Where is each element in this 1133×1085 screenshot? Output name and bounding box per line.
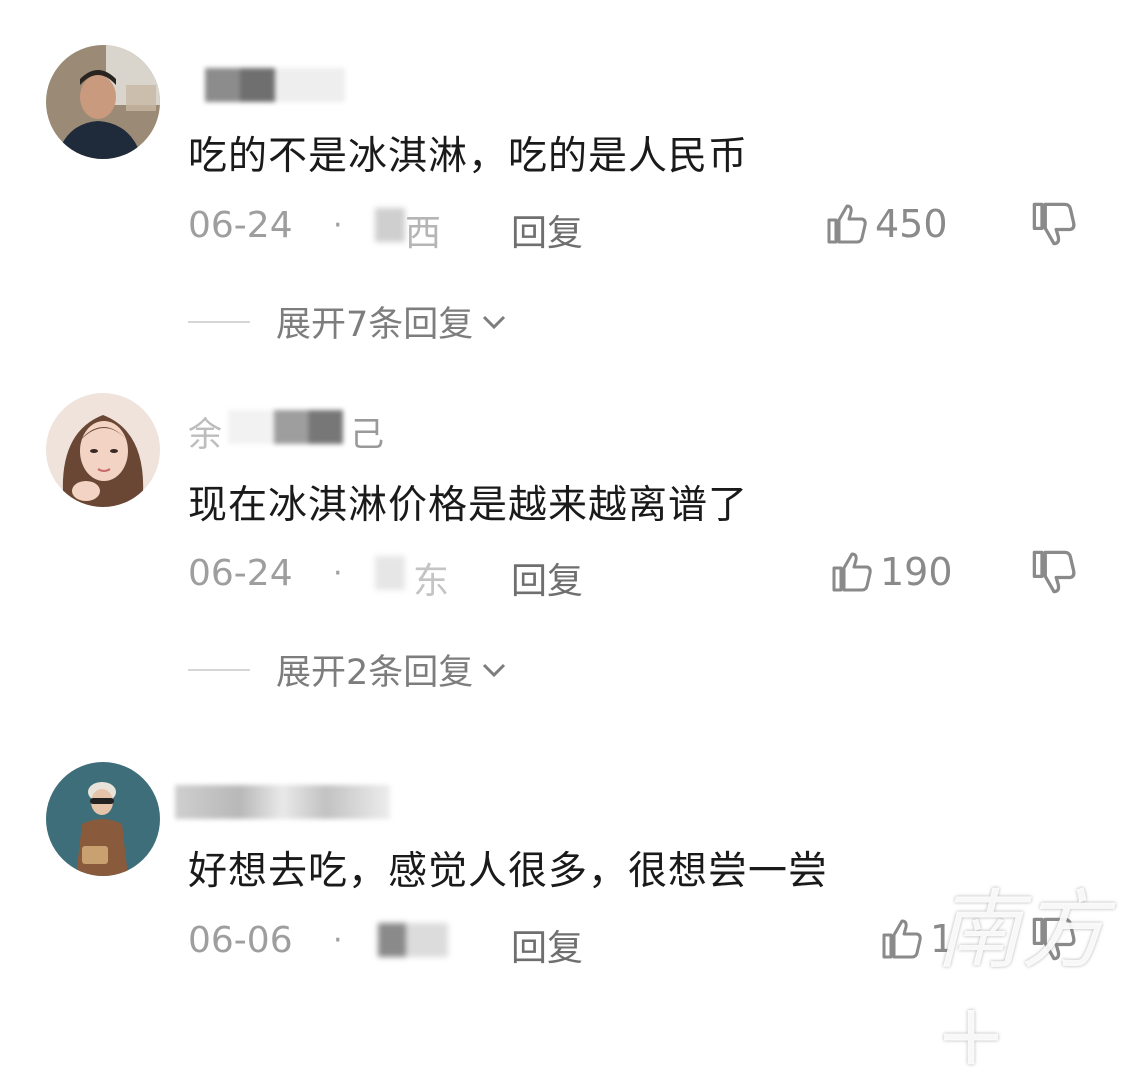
reply-button[interactable]: 回复 bbox=[511, 552, 583, 604]
location-blurred bbox=[375, 556, 405, 590]
location-blurred bbox=[375, 208, 405, 242]
thumbs-up-icon bbox=[832, 552, 872, 592]
username-suffix: 己 bbox=[350, 415, 384, 455]
reply-button[interactable]: 回复 bbox=[511, 204, 583, 256]
expand-replies-button[interactable]: 展开2条回复 bbox=[188, 644, 509, 695]
comment-location: 东 bbox=[413, 561, 450, 602]
comment-location: 西 bbox=[405, 213, 442, 254]
comment-date: 06-06 bbox=[188, 920, 293, 961]
thumbs-up-icon bbox=[827, 204, 867, 244]
location-blurred bbox=[378, 923, 448, 957]
username-blurred[interactable] bbox=[175, 785, 390, 819]
comment-text: 现在冰淇淋价格是越来越离谱了 bbox=[188, 483, 749, 528]
chevron-down-icon bbox=[483, 663, 506, 677]
expand-replies-button[interactable]: 展开7条回复 bbox=[188, 296, 509, 347]
meta-separator: · bbox=[333, 208, 343, 243]
comment-text: 好想去吃，感觉人很多，很想尝一尝 bbox=[188, 849, 829, 894]
like-button[interactable]: 190 bbox=[830, 548, 953, 596]
reply-button[interactable]: 回复 bbox=[511, 919, 583, 971]
username-blurred bbox=[228, 410, 343, 444]
comment-date: 06-24 bbox=[188, 205, 293, 246]
expand-replies-label: 展开2条回复 bbox=[276, 653, 474, 693]
username-blurred[interactable] bbox=[205, 68, 345, 102]
divider bbox=[188, 320, 250, 323]
thumbs-up-icon bbox=[882, 919, 922, 959]
thumbs-down-icon[interactable] bbox=[1030, 548, 1078, 596]
brand-watermark: 南方+ bbox=[935, 881, 1107, 1085]
comment-date: 06-24 bbox=[188, 553, 293, 594]
chevron-down-icon bbox=[483, 315, 506, 329]
avatar[interactable] bbox=[46, 45, 160, 159]
expand-replies-label: 展开7条回复 bbox=[276, 305, 474, 345]
like-button[interactable]: 450 bbox=[825, 200, 948, 248]
thumbs-down-icon[interactable] bbox=[1030, 200, 1078, 248]
comment-text: 吃的不是冰淇淋，吃的是人民币 bbox=[188, 134, 749, 179]
avatar[interactable] bbox=[46, 762, 160, 876]
like-count: 450 bbox=[875, 202, 948, 246]
meta-separator: · bbox=[333, 556, 343, 591]
username-prefix[interactable]: 余 bbox=[188, 407, 222, 456]
like-count: 190 bbox=[880, 550, 953, 594]
divider bbox=[188, 668, 250, 671]
avatar[interactable] bbox=[46, 393, 160, 507]
meta-separator: · bbox=[333, 923, 343, 958]
